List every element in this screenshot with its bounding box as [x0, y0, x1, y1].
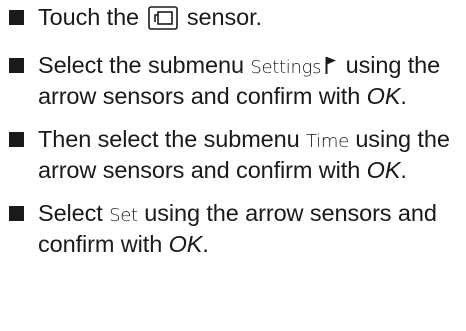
bullet-icon: [9, 58, 24, 73]
menu-sensor-icon: [148, 6, 179, 37]
ok-label: OK: [366, 157, 401, 183]
step-text: Select: [38, 200, 103, 226]
bullet-icon: [9, 132, 24, 147]
bullet-icon: [9, 206, 24, 221]
step-text: .: [202, 231, 209, 257]
set-term: Set: [109, 205, 138, 226]
step-select-time: Then select the submenu Time using the a…: [5, 125, 466, 185]
time-term: Time: [306, 131, 349, 152]
settings-term: Settings: [250, 57, 322, 78]
step-text: sensor.: [186, 4, 262, 30]
flag-icon: [325, 53, 337, 82]
step-text: .: [400, 157, 407, 183]
step-touch-sensor: Touch the sensor.: [5, 3, 466, 37]
ok-label: OK: [366, 83, 401, 109]
step-text: Then select the submenu: [38, 126, 300, 152]
bullet-icon: [9, 10, 24, 25]
step-text: Select the submenu: [38, 52, 244, 78]
step-select-settings: Select the submenu Settings using the ar…: [5, 51, 466, 111]
step-text: .: [400, 83, 407, 109]
step-select-set: Select Set using the arrow sensors and c…: [5, 199, 466, 259]
step-text: Touch the: [38, 4, 140, 30]
instruction-list: Touch the sensor. Select the submenu Set…: [0, 0, 466, 331]
ok-label: OK: [168, 231, 203, 257]
